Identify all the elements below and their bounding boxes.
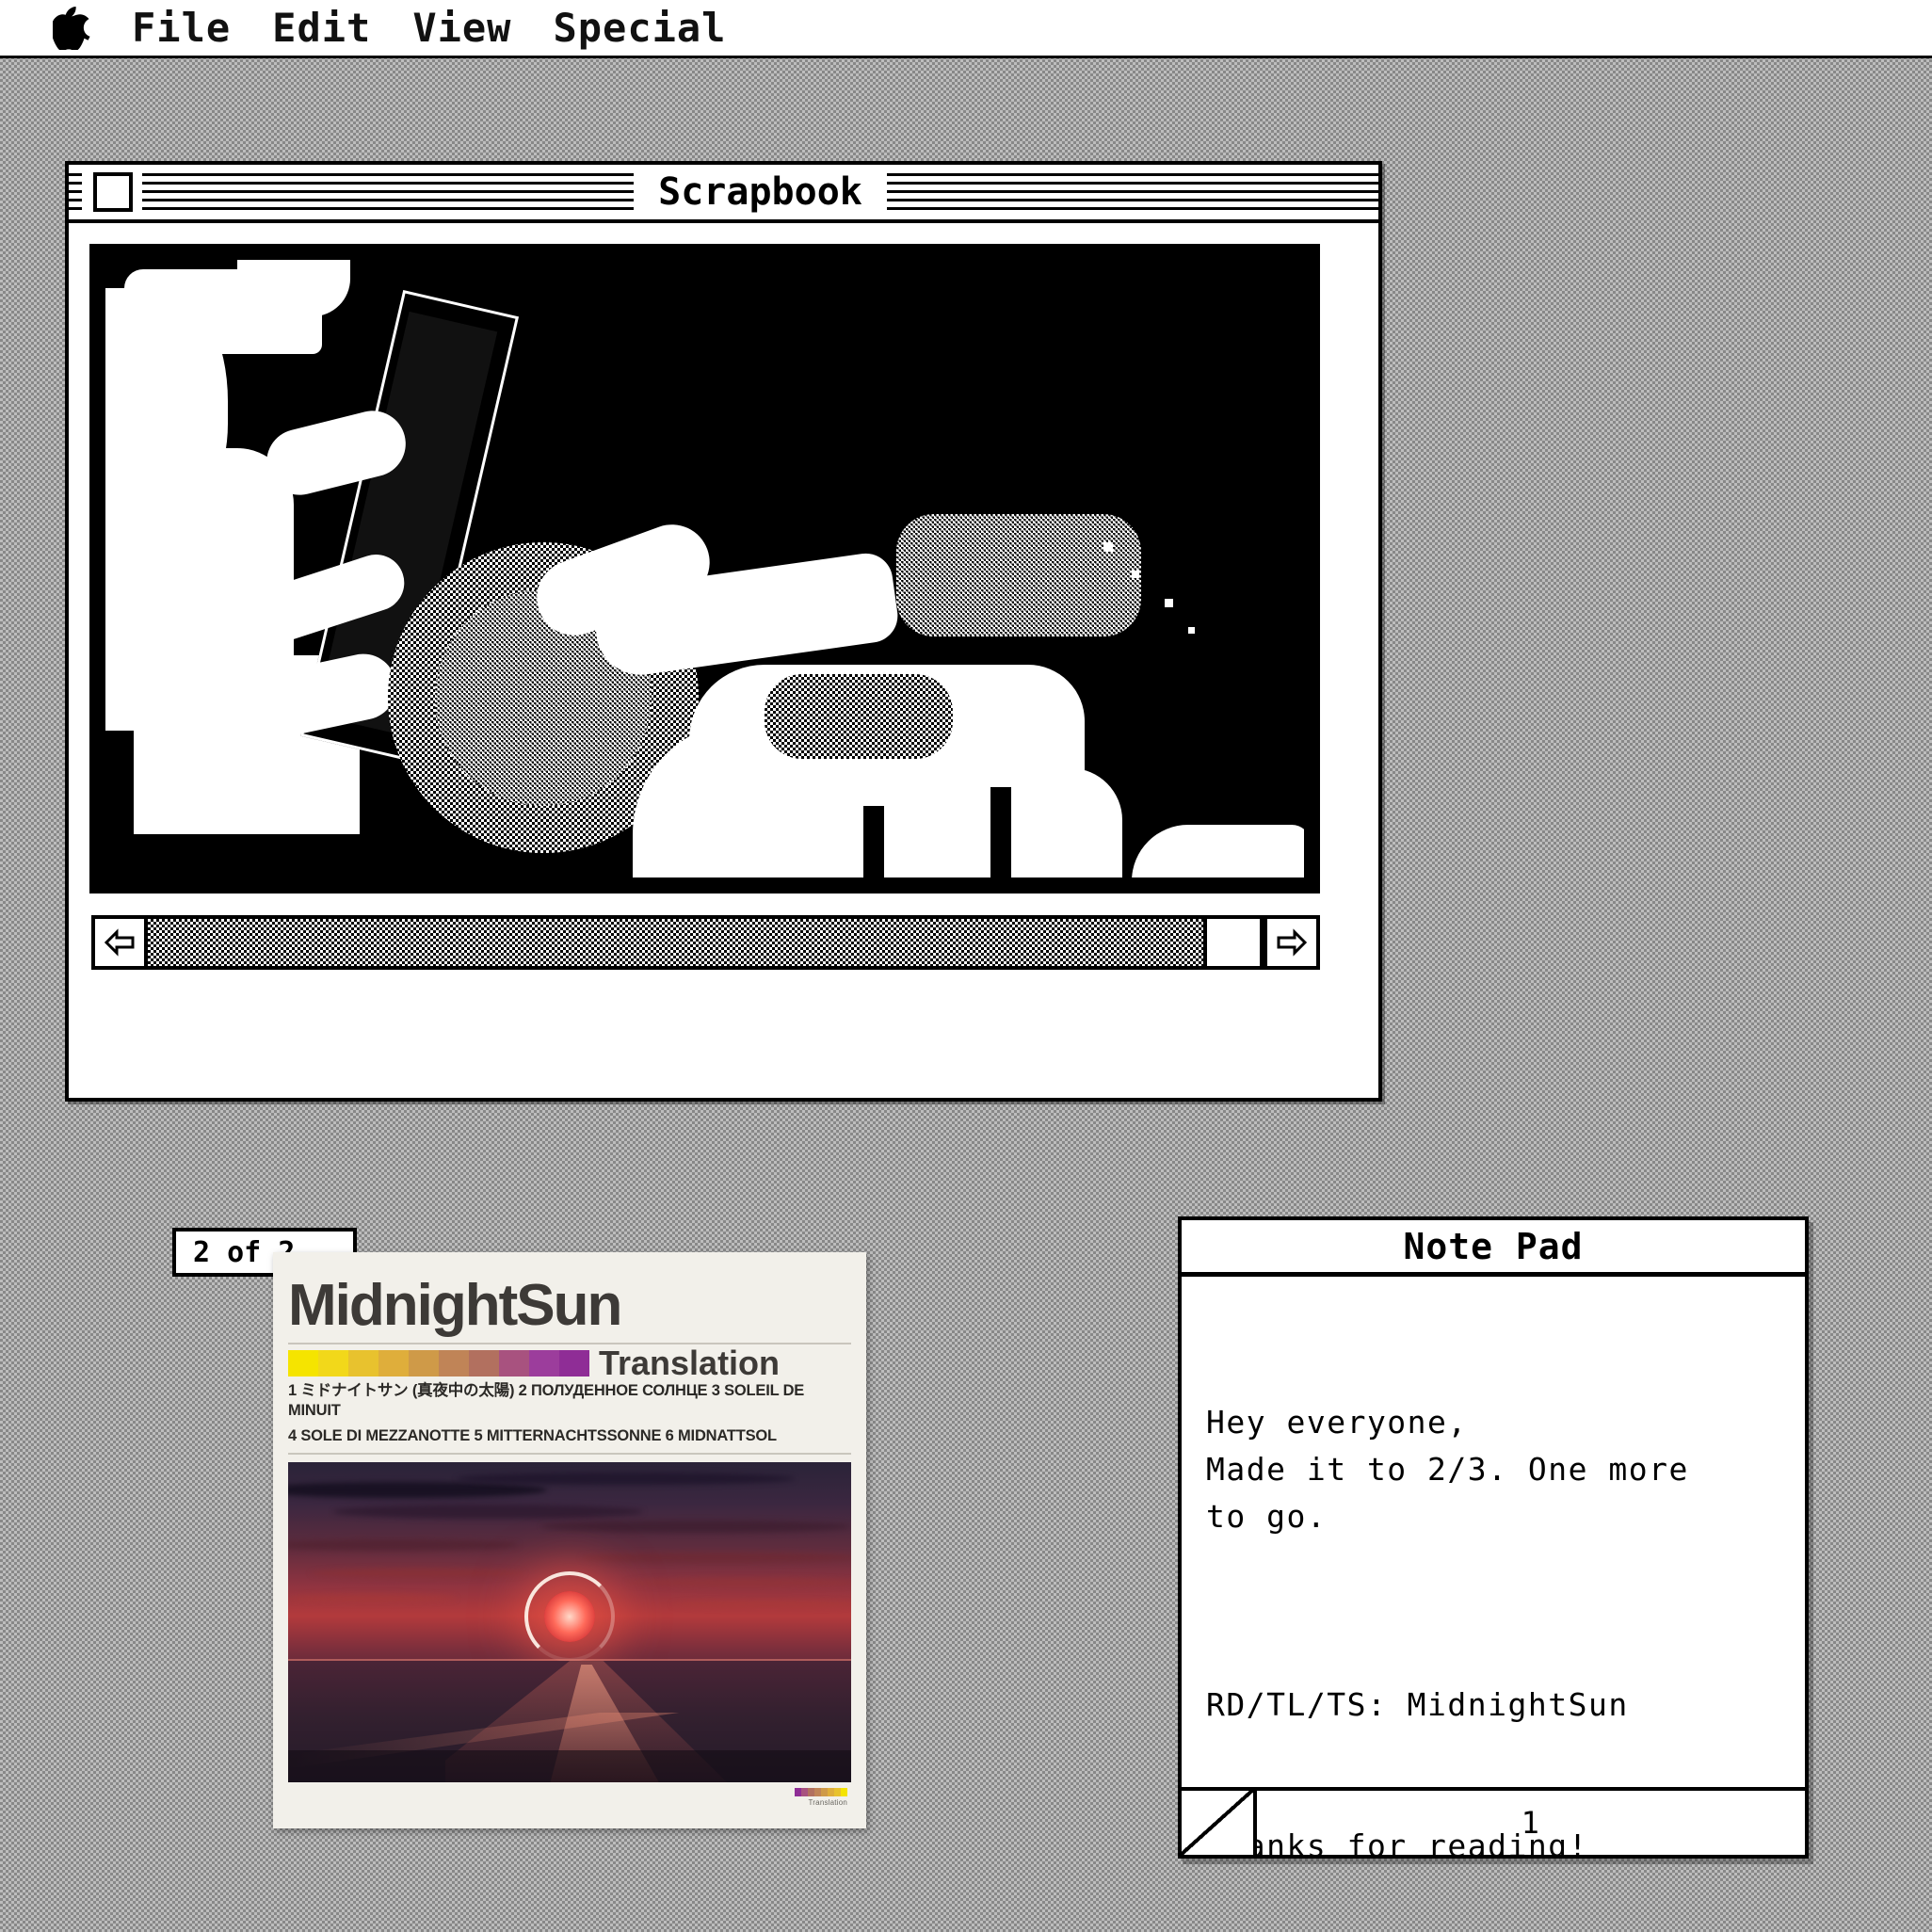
poster-artwork <box>288 1462 851 1783</box>
scroll-left-arrow-icon[interactable] <box>95 919 148 966</box>
dithered-artwork <box>105 260 1304 877</box>
mini-color-swatch-8 <box>841 1788 847 1797</box>
menu-item-special[interactable]: Special <box>532 0 747 57</box>
mini-color-swatch-5 <box>821 1788 828 1797</box>
title-bar-stripes-right <box>886 173 1378 215</box>
poster-image[interactable]: MidnightSun Translation 1 ミドナイトサン (真夜中の太… <box>273 1252 866 1828</box>
mini-color-swatch-7 <box>834 1788 841 1797</box>
notepad-window-title: Note Pad <box>1403 1225 1584 1267</box>
scroll-right-arrow-icon[interactable] <box>1264 919 1316 966</box>
color-swatch-3 <box>348 1350 378 1377</box>
poster-swatch-row: Translation <box>288 1344 851 1382</box>
horizontal-scrollbar[interactable] <box>91 915 1320 970</box>
scrapbook-picture[interactable] <box>103 257 1307 880</box>
menu-bar: File Edit View Special <box>0 0 1932 58</box>
color-swatch-2 <box>318 1350 348 1377</box>
poster-mini-branding: Translation <box>795 1788 847 1807</box>
color-swatch-9 <box>529 1350 559 1377</box>
poster-footer: Translation <box>288 1782 851 1826</box>
notepad-text-area[interactable]: Hey everyone, Made it to 2/3. One more t… <box>1182 1277 1805 1855</box>
mini-color-swatch-1 <box>795 1788 801 1797</box>
color-swatch-4 <box>378 1350 409 1377</box>
scrapbook-title-bar[interactable]: Scrapbook <box>69 165 1378 223</box>
color-swatch-8 <box>499 1350 529 1377</box>
poster-section-label: Translation <box>599 1344 781 1382</box>
mini-color-swatch-4 <box>814 1788 821 1797</box>
window-title: Scrapbook <box>634 167 887 217</box>
title-bar-stripes-left <box>69 173 82 215</box>
poster-divider-bottom <box>288 1453 851 1456</box>
close-box[interactable] <box>93 172 133 212</box>
scrapbook-body: 2 of 2 PICT <box>69 223 1378 1277</box>
mini-color-swatch-6 <box>828 1788 834 1797</box>
color-swatch-6 <box>439 1350 469 1377</box>
apple-logo-icon <box>53 6 90 50</box>
notepad-window[interactable]: Note Pad Hey everyone, Made it to 2/3. O… <box>1178 1216 1809 1859</box>
scrapbook-picture-frame <box>89 244 1320 894</box>
color-swatch-7 <box>469 1350 499 1377</box>
color-swatch-10 <box>559 1350 589 1377</box>
title-bar-stripes-mid <box>142 173 635 215</box>
poster-footer-label: Translation <box>808 1798 847 1808</box>
scrollbar-thumb[interactable] <box>1203 919 1264 966</box>
sun-ring-icon <box>524 1570 615 1662</box>
color-swatch-1 <box>288 1350 318 1377</box>
notepad-title-bar[interactable]: Note Pad <box>1182 1220 1805 1277</box>
apple-menu-button[interactable] <box>0 6 111 50</box>
menu-item-edit[interactable]: Edit <box>251 0 392 57</box>
notepad-footer: 1 <box>1182 1787 1805 1855</box>
mini-color-swatch-3 <box>808 1788 814 1797</box>
mini-color-swatch-2 <box>801 1788 808 1797</box>
color-swatch-bar <box>288 1350 589 1377</box>
poster-languages-line-1: 1 ミドナイトサン (真夜中の太陽) 2 ПОЛУДЕННОЕ СОЛНЦЕ 3… <box>288 1382 805 1420</box>
poster-title: MidnightSun <box>288 1273 622 1338</box>
menu-item-file[interactable]: File <box>111 0 251 57</box>
menu-item-view[interactable]: View <box>392 0 532 57</box>
scrollbar-track[interactable] <box>148 919 1203 966</box>
color-swatch-5 <box>409 1350 439 1377</box>
page-turn-corner-icon[interactable] <box>1182 1791 1257 1855</box>
mini-swatch-bar <box>795 1788 847 1797</box>
scrapbook-window[interactable]: Scrapbook 2 of 2 <box>65 161 1382 1277</box>
poster-languages-line-2: 4 SOLE DI MEZZANOTTE 5 MITTERNACHTSSONNE… <box>288 1426 777 1444</box>
notepad-page-number: 1 <box>1521 1805 1541 1841</box>
